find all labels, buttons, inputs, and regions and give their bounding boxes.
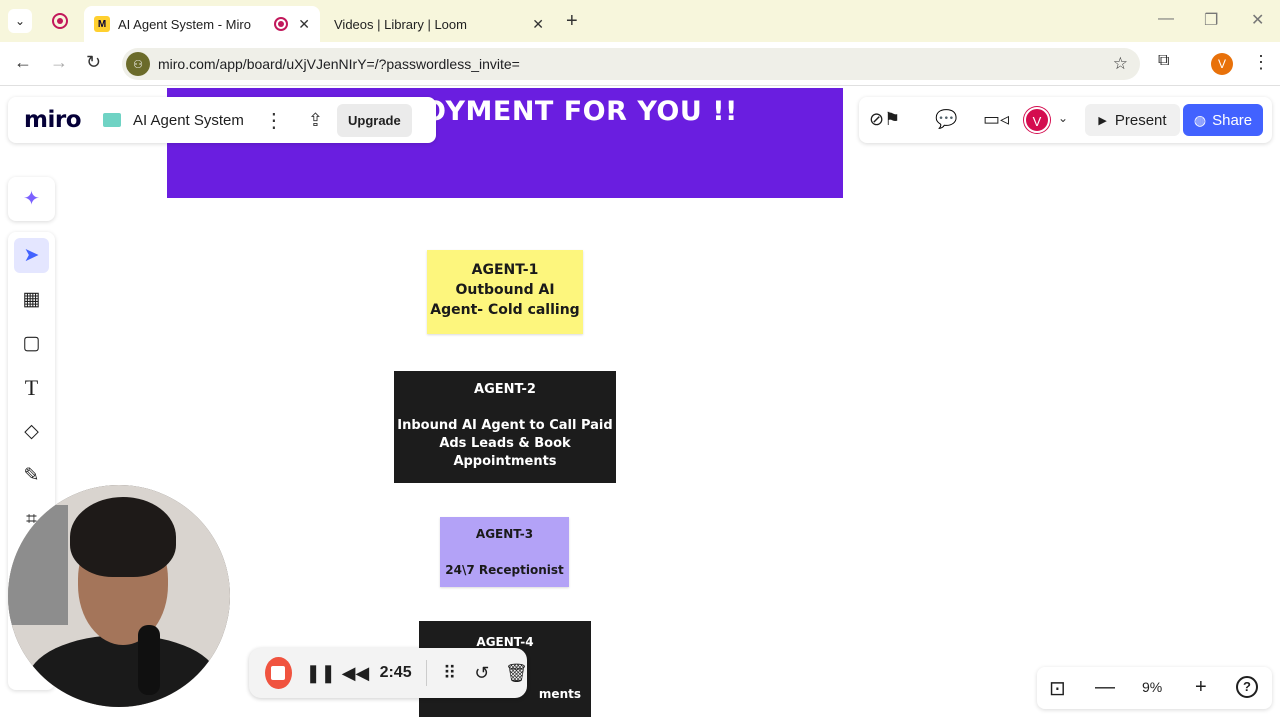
fit-to-screen-icon[interactable]: ⊡ [1049, 676, 1066, 701]
divider [425, 660, 427, 686]
webcam-door [8, 505, 68, 625]
url-text[interactable]: miro.com/app/board/uXjVJenNIrY=/?passwor… [158, 56, 520, 72]
sticky-line: Agent- Cold calling [430, 302, 580, 318]
share-label: Share [1212, 111, 1253, 129]
sticky-line: Inbound AI Agent to Call Paid [397, 418, 613, 433]
address-bar-row: ← → ↻ ⚇ miro.com/app/board/uXjVJenNIrY=/… [0, 42, 1280, 86]
zoom-controls: ⊡ — 9% + ? [1037, 667, 1272, 709]
reload-icon[interactable]: ↻ [86, 52, 101, 73]
ai-sparkle-icon[interactable]: ✦ [8, 177, 55, 221]
restart-icon[interactable]: ↺ [473, 663, 491, 684]
minimize-icon[interactable]: — [1158, 10, 1174, 28]
delete-icon[interactable]: 🗑 [505, 663, 528, 684]
video-call-icon[interactable]: ▭◃ [983, 109, 1009, 130]
chevron-down-icon[interactable]: ⌄ [1058, 111, 1068, 125]
sticky-title: AGENT-3 [475, 527, 534, 541]
webcam-bubble[interactable] [8, 485, 230, 707]
extensions-icon[interactable]: ⧉ [1158, 52, 1169, 70]
rewind-icon[interactable]: ◀◀ [342, 663, 370, 684]
drag-handle-icon[interactable]: ⠿ [440, 663, 458, 684]
collaborator-avatar[interactable]: V [1024, 107, 1050, 133]
upgrade-button[interactable]: Upgrade [336, 103, 412, 137]
tab-title: AI Agent System - Miro [118, 16, 251, 32]
miro-favicon-icon: M [94, 16, 110, 32]
globe-icon: ◍ [1193, 111, 1207, 128]
zoom-in-icon[interactable]: + [1195, 676, 1207, 699]
tab-recording-icon [274, 17, 289, 31]
sticky-agent-1[interactable]: AGENT-1 Outbound AI Agent- Cold calling [427, 250, 583, 334]
sticky-agent-2[interactable]: AGENT-2 Inbound AI Agent to Call Paid Ad… [394, 371, 616, 483]
help-icon[interactable]: ? [1236, 676, 1258, 698]
reactions-icon[interactable]: ⊘⚑ [869, 109, 900, 130]
sticky-title: AGENT-1 [471, 262, 539, 278]
sticky-line: Appointments [453, 454, 557, 469]
sticky-line: 24\7 Receptionist [445, 563, 564, 577]
webcam-hair [70, 497, 176, 577]
shapes-icon[interactable]: ◇ [14, 414, 49, 449]
board-book-icon [103, 113, 121, 127]
bookmark-star-icon[interactable]: ☆ [1113, 54, 1128, 74]
play-icon: ▶ [1098, 114, 1107, 127]
board-name[interactable]: AI Agent System [133, 112, 244, 129]
present-button[interactable]: ▶ Present [1085, 104, 1180, 136]
tab-close-icon[interactable]: ✕ [298, 16, 310, 33]
tab-miro[interactable]: M AI Agent System - Miro ✕ [84, 6, 320, 42]
tab-loom[interactable]: ✺ Videos | Library | Loom ✕ [324, 6, 589, 671]
profile-avatar[interactable]: V [1211, 53, 1233, 75]
browser-tab-bar: ⌄ M AI Agent System - Miro ✕ ✺ Videos | … [0, 0, 1280, 671]
omnibox[interactable]: ⚇ miro.com/app/board/uXjVJenNIrY=/?passw… [122, 48, 1140, 80]
site-info-icon[interactable]: ⚇ [126, 52, 150, 76]
pause-icon[interactable]: ❚❚ [306, 663, 336, 684]
back-icon[interactable]: ← [14, 52, 32, 73]
board-menu-icon[interactable]: ⋮ [264, 108, 284, 133]
text-tool-icon[interactable]: T [14, 370, 49, 405]
tab-search-chevron-icon[interactable]: ⌄ [8, 9, 32, 33]
share-button[interactable]: ◍ Share [1183, 104, 1263, 136]
restore-icon[interactable]: ❐ [1204, 10, 1218, 30]
zoom-out-icon[interactable]: — [1095, 676, 1115, 699]
comments-icon[interactable]: 💬 [935, 109, 957, 130]
miro-logo[interactable]: miro [24, 107, 82, 133]
select-cursor-icon[interactable]: ➤ [14, 238, 49, 273]
webcam-microphone [138, 625, 160, 695]
stop-icon [271, 666, 286, 680]
sticky-line: Outbound AI [455, 282, 555, 298]
recording-timer: 2:45 [379, 664, 412, 681]
zoom-level[interactable]: 9% [1142, 679, 1162, 695]
forward-icon[interactable]: → [50, 52, 68, 73]
sticky-title: AGENT-2 [474, 382, 536, 397]
tab-close-icon[interactable]: ✕ [532, 16, 544, 33]
templates-icon[interactable]: ▦ [14, 282, 49, 317]
tab-title: Videos | Library | Loom [334, 16, 467, 32]
export-upload-icon[interactable]: ⇪ [308, 110, 323, 131]
sticky-agent-3[interactable]: AGENT-3 24\7 Receptionist [440, 517, 569, 587]
new-tab-icon[interactable]: + [566, 10, 578, 33]
stop-recording-button[interactable] [265, 657, 292, 689]
close-window-icon[interactable]: ✕ [1251, 10, 1264, 30]
sticky-note-icon[interactable]: ▢ [14, 326, 49, 361]
loom-recording-controls: ❚❚ ◀◀ 2:45 ⠿ ↺ 🗑 [249, 648, 528, 698]
sticky-line: Ads Leads & Book [439, 436, 571, 451]
recording-indicator-icon [52, 13, 68, 29]
browser-menu-icon[interactable]: ⋮ [1252, 52, 1270, 73]
present-label: Present [1114, 111, 1167, 129]
board-header-panel: miro AI Agent System ⋮ ⇪ Upgrade [8, 97, 436, 143]
